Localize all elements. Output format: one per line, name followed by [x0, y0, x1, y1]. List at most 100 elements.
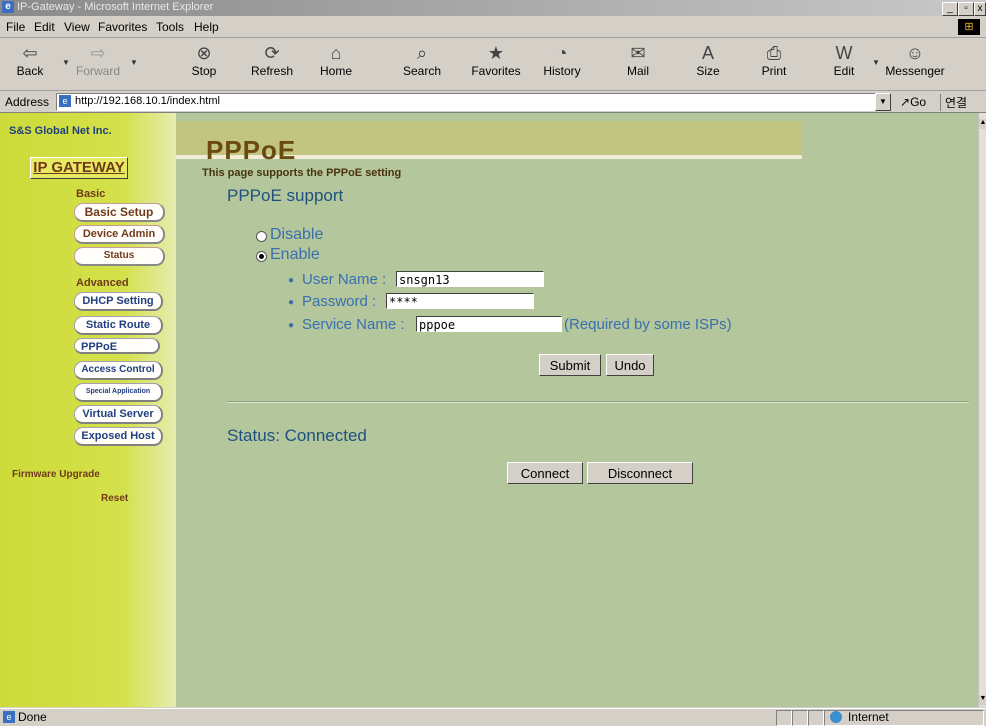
refresh-button[interactable]: ⟳ Refresh: [246, 42, 298, 78]
edit-button[interactable]: W Edit: [818, 42, 870, 78]
history-button[interactable]: ◔ History: [536, 42, 588, 78]
service-name-input[interactable]: pppoe: [416, 316, 562, 332]
stop-icon: ⊗: [196, 43, 212, 63]
menu-tools[interactable]: Tools: [156, 20, 184, 34]
pppoe-support-heading: PPPoE support: [227, 186, 344, 205]
vertical-scrollbar[interactable]: ▲ ▼: [978, 113, 986, 707]
forward-dropdown-icon[interactable]: ▼: [130, 58, 138, 67]
nav-special-application[interactable]: Special Application: [74, 383, 163, 402]
nav-pppoe[interactable]: PPPoE: [74, 338, 160, 354]
menu-view[interactable]: View: [64, 20, 90, 34]
undo-button[interactable]: Undo: [606, 354, 654, 376]
mail-label: Mail: [626, 64, 649, 78]
disable-label: Disable: [270, 226, 324, 243]
stop-button[interactable]: ⊗ Stop: [178, 42, 230, 78]
enable-label: Enable: [270, 246, 320, 263]
nav-access-control[interactable]: Access Control: [74, 361, 163, 380]
service-name-label: Service Name :: [302, 316, 405, 333]
nav-exposed-host[interactable]: Exposed Host: [74, 427, 163, 446]
basic-section-label: Basic: [76, 188, 106, 200]
nav-firmware-upgrade[interactable]: Firmware Upgrade: [12, 469, 100, 480]
disconnect-button[interactable]: Disconnect: [587, 462, 693, 484]
back-button[interactable]: ⇦ Back: [4, 42, 56, 78]
go-label: Go: [910, 95, 927, 109]
messenger-button[interactable]: ☺ Messenger: [880, 42, 950, 78]
company-name: S&S Global Net Inc.: [9, 125, 112, 137]
scroll-down-icon[interactable]: ▼: [979, 695, 986, 705]
sidebar: S&S Global Net Inc. IP GATEWAY Basic Bas…: [0, 113, 176, 707]
stop-label: Stop: [191, 64, 217, 78]
submit-button[interactable]: Submit: [539, 354, 601, 376]
user-name-input[interactable]: snsgn13: [396, 271, 544, 287]
address-dropdown-icon[interactable]: ▼: [875, 93, 891, 111]
refresh-label: Refresh: [250, 64, 294, 78]
address-url: http://192.168.10.1/index.html: [75, 95, 220, 107]
password-input[interactable]: ****: [386, 293, 534, 309]
disable-radio[interactable]: [256, 231, 267, 242]
menu-help[interactable]: Help: [194, 20, 219, 34]
bullet-icon: ●: [288, 297, 295, 308]
home-button[interactable]: ⌂ Home: [310, 42, 362, 78]
scroll-up-icon[interactable]: ▲: [979, 119, 986, 129]
edit-label: Edit: [833, 64, 855, 78]
print-button[interactable]: ⎙ Print: [748, 42, 800, 78]
close-button[interactable]: x: [974, 2, 986, 16]
search-icon: ⌕: [416, 43, 428, 63]
service-name-hint: (Required by some ISPs): [564, 316, 732, 333]
connection-status: Status: Connected: [227, 426, 367, 445]
favorites-icon: ★: [487, 43, 505, 63]
minimize-button[interactable]: _: [942, 2, 958, 16]
status-bar: e Done Internet: [0, 708, 986, 726]
back-label: Back: [16, 64, 44, 78]
enable-radio[interactable]: [256, 251, 267, 262]
nav-virtual-server[interactable]: Virtual Server: [74, 405, 163, 424]
menu-favorites[interactable]: Favorites: [98, 20, 147, 34]
ip-gateway-logo[interactable]: IP GATEWAY: [30, 157, 128, 179]
forward-arrow-icon: ⇨: [90, 43, 106, 63]
status-text: Done: [18, 710, 47, 724]
favorites-label: Favorites: [471, 64, 521, 78]
home-icon: ⌂: [330, 43, 342, 63]
address-bar: Address e http://192.168.10.1/index.html…: [0, 91, 986, 113]
radio-selected-dot: [259, 254, 264, 259]
go-arrow-icon: ↗: [900, 95, 911, 109]
nav-dhcp-setting[interactable]: DHCP Setting: [74, 292, 163, 311]
favorites-button[interactable]: ★ Favorites: [466, 42, 526, 78]
page-title: PPPoE: [206, 135, 297, 165]
nav-status[interactable]: Status: [74, 247, 165, 266]
mail-button[interactable]: ✉ Mail: [612, 42, 664, 78]
home-label: Home: [319, 64, 352, 78]
advanced-section-label: Advanced: [76, 277, 129, 289]
nav-static-route[interactable]: Static Route: [74, 316, 163, 335]
menu-edit[interactable]: Edit: [34, 20, 55, 34]
nav-basic-setup[interactable]: Basic Setup: [74, 203, 165, 222]
page-icon: e: [59, 95, 71, 107]
links-button[interactable]: 연결: [940, 94, 967, 111]
messenger-icon: ☺: [905, 43, 925, 63]
back-dropdown-icon[interactable]: ▼: [62, 58, 70, 67]
nav-device-admin[interactable]: Device Admin: [74, 225, 165, 244]
history-icon: ◔: [556, 43, 568, 63]
edit-dropdown-icon[interactable]: ▼: [872, 58, 880, 67]
menu-file[interactable]: File: [6, 20, 25, 34]
password-label: Password :: [302, 293, 377, 310]
print-label: Print: [761, 64, 787, 78]
internet-globe-icon: [830, 711, 842, 723]
connect-button[interactable]: Connect: [507, 462, 583, 484]
divider: [227, 401, 969, 403]
size-button[interactable]: A Size: [682, 42, 734, 78]
nav-reset[interactable]: Reset: [101, 493, 128, 504]
address-input[interactable]: e http://192.168.10.1/index.html: [56, 93, 876, 111]
zone-label: Internet: [848, 710, 889, 724]
user-name-label: User Name :: [302, 271, 387, 288]
history-label: History: [543, 64, 581, 78]
back-arrow-icon: ⇦: [22, 43, 38, 63]
page-content: S&S Global Net Inc. IP GATEWAY Basic Bas…: [0, 113, 978, 707]
print-icon: ⎙: [766, 43, 782, 63]
go-button[interactable]: ↗Go: [900, 95, 926, 109]
windows-logo-icon: ⊞: [958, 19, 980, 35]
maximize-button[interactable]: ▫: [958, 2, 974, 16]
search-label: Search: [402, 64, 442, 78]
forward-button[interactable]: ⇨ Forward: [72, 42, 124, 78]
search-button[interactable]: ⌕ Search: [396, 42, 448, 78]
